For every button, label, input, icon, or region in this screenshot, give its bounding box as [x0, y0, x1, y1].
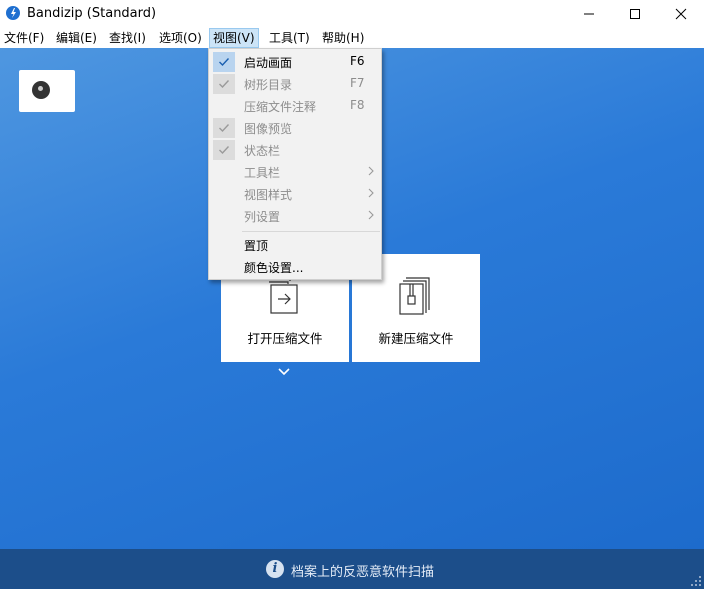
new-archive-label: 新建压缩文件: [378, 331, 454, 346]
view-menu-dropdown: 启动画面 F6 树形目录 F7 压缩文件注释 F8 图像预览 状态栏 工具栏 视…: [208, 48, 382, 280]
maximize-icon: [630, 9, 640, 19]
menu-item-column-settings[interactable]: 列设置: [211, 205, 379, 227]
menu-tools[interactable]: 工具(T): [266, 28, 313, 48]
checkmark-icon: [213, 74, 235, 94]
menu-item-label: 启动画面: [244, 56, 293, 70]
menu-edit[interactable]: 编辑(E): [53, 28, 100, 48]
resize-grip-icon[interactable]: [690, 575, 702, 587]
menu-item-label: 置顶: [244, 239, 269, 253]
maximize-button[interactable]: [612, 0, 658, 28]
menu-item-splash-screen[interactable]: 启动画面 F6: [211, 51, 379, 73]
menu-item-toolbar[interactable]: 工具栏: [211, 161, 379, 183]
info-icon: i: [266, 560, 284, 578]
shortcut-label: F7: [350, 76, 365, 90]
status-bar: i 档案上的反恶意软件扫描: [0, 549, 704, 589]
close-button[interactable]: [658, 0, 704, 28]
menu-help[interactable]: 帮助(H): [319, 28, 367, 48]
chevron-right-icon: [368, 210, 374, 220]
menu-item-label: 工具栏: [244, 166, 281, 180]
menu-file[interactable]: 文件(F): [1, 28, 47, 48]
open-archive-label: 打开压缩文件: [247, 331, 323, 346]
menu-item-label: 颜色设置...: [244, 261, 304, 275]
notification-dot-icon: [32, 81, 50, 99]
chevron-down-icon[interactable]: [277, 367, 291, 377]
menu-find[interactable]: 查找(I): [106, 28, 149, 48]
menu-item-status-bar[interactable]: 状态栏: [211, 139, 379, 161]
menu-item-archive-comment[interactable]: 压缩文件注释 F8: [211, 95, 379, 117]
menu-item-label: 列设置: [244, 210, 281, 224]
menu-item-label: 视图样式: [244, 188, 293, 202]
menu-item-label: 压缩文件注释: [244, 100, 317, 114]
menu-item-view-style[interactable]: 视图样式: [211, 183, 379, 205]
menu-item-color-settings[interactable]: 颜色设置...: [211, 256, 379, 278]
notification-card[interactable]: [19, 70, 75, 112]
bandizip-logo-icon: [6, 6, 20, 20]
minimize-icon: [584, 13, 594, 15]
chevron-right-icon: [368, 188, 374, 198]
chevron-right-icon: [368, 166, 374, 176]
new-archive-icon: [399, 277, 430, 315]
checkmark-icon: [213, 118, 235, 138]
menu-separator: [242, 231, 380, 232]
menu-item-label: 状态栏: [244, 144, 281, 158]
menu-options[interactable]: 选项(O): [156, 28, 205, 48]
menu-bar: 文件(F) 编辑(E) 查找(I) 选项(O) 视图(V) 工具(T) 帮助(H…: [0, 28, 704, 48]
shortcut-label: F8: [350, 98, 365, 112]
shortcut-label: F6: [350, 54, 365, 68]
menu-item-label: 树形目录: [244, 78, 293, 92]
open-archive-icon: [269, 278, 298, 314]
checkmark-icon: [213, 140, 235, 160]
window-title: Bandizip (Standard): [27, 6, 157, 21]
title-bar: Bandizip (Standard): [0, 0, 704, 28]
menu-item-image-preview[interactable]: 图像预览: [211, 117, 379, 139]
close-icon: [675, 8, 687, 20]
menu-item-tree-view[interactable]: 树形目录 F7: [211, 73, 379, 95]
checkmark-icon: [213, 52, 235, 72]
status-text: 档案上的反恶意软件扫描: [291, 565, 435, 580]
menu-item-label: 图像预览: [244, 122, 293, 136]
menu-view[interactable]: 视图(V): [209, 28, 259, 48]
minimize-button[interactable]: [566, 0, 612, 28]
menu-item-always-on-top[interactable]: 置顶: [211, 234, 379, 256]
